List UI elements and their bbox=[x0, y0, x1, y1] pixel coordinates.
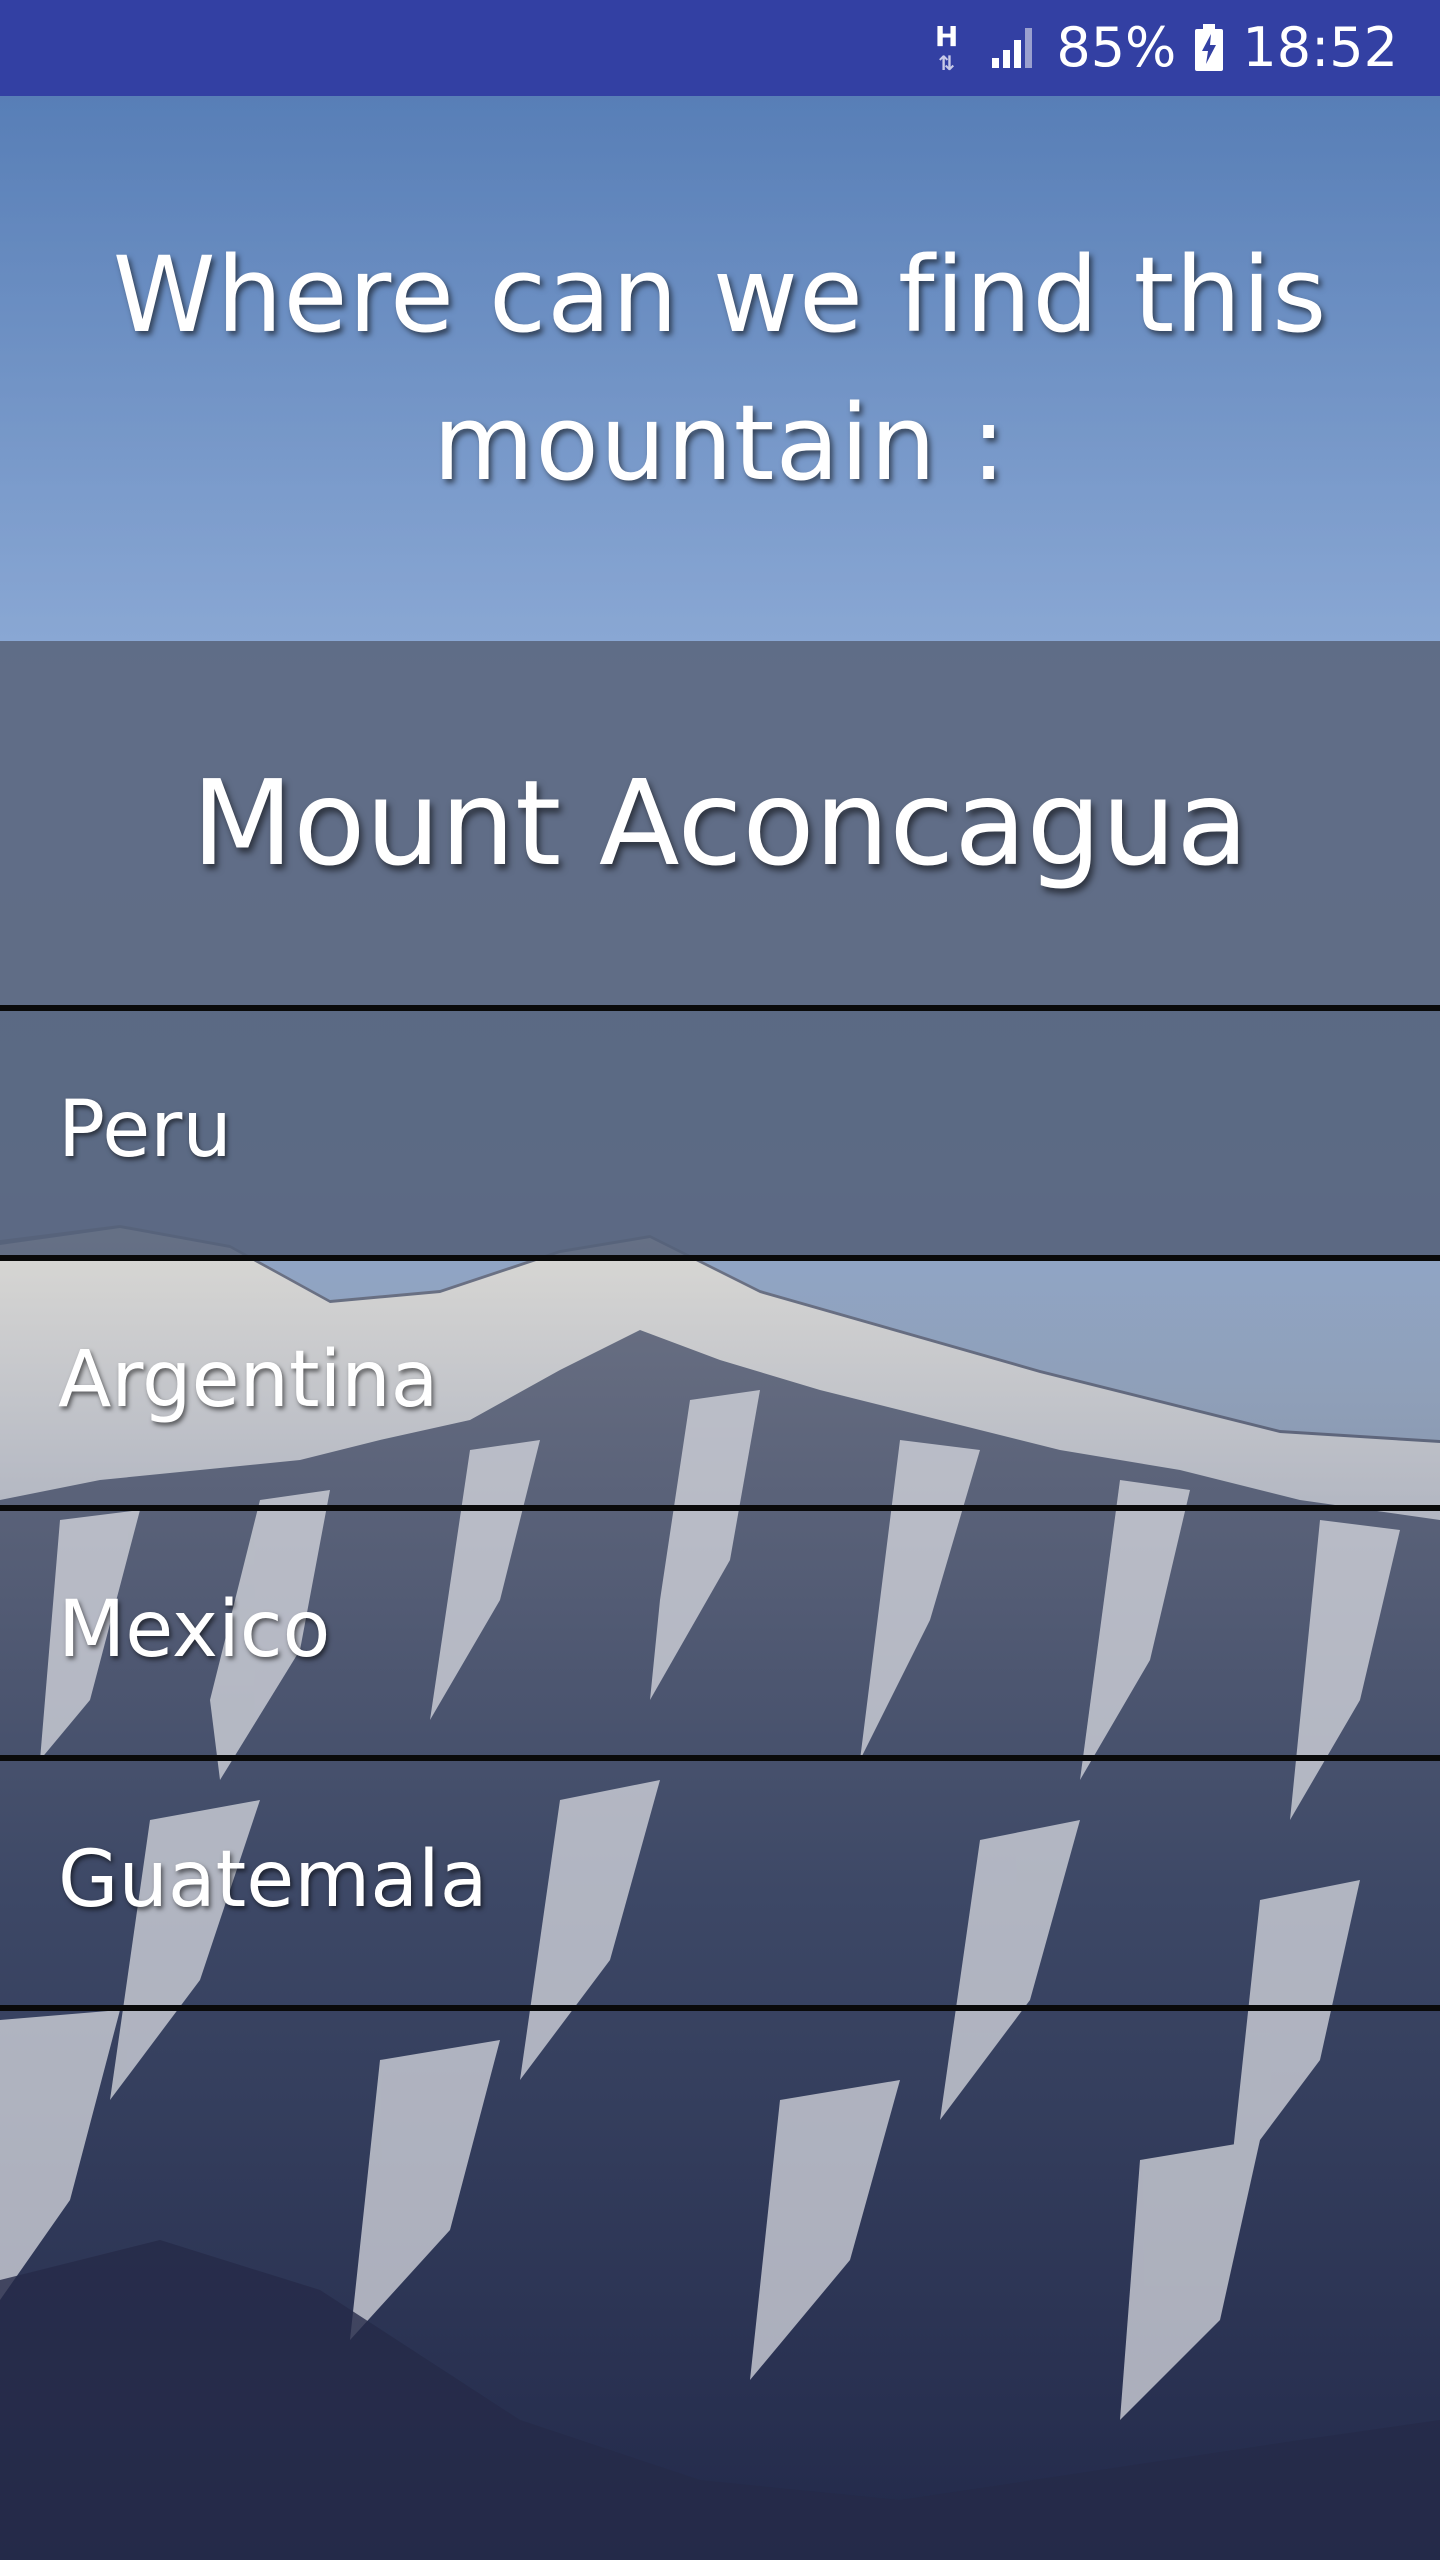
answer-list: Peru Argentina Mexico Guatemala bbox=[0, 1005, 1440, 2011]
clock: 18:52 bbox=[1242, 16, 1398, 79]
status-bar: H ⇅ 85% 18:52 bbox=[0, 0, 1440, 96]
subject-band: Mount Aconcagua bbox=[0, 641, 1440, 1005]
question-header: Where can we find this mountain : bbox=[0, 96, 1440, 641]
answer-option-peru[interactable]: Peru bbox=[0, 1005, 1440, 1255]
answer-option-mexico[interactable]: Mexico bbox=[0, 1505, 1440, 1755]
answer-label: Argentina bbox=[58, 1335, 439, 1425]
answer-label: Mexico bbox=[58, 1585, 331, 1675]
data-transfer-icon: ⇅ bbox=[938, 51, 955, 75]
question-prompt: Where can we find this mountain : bbox=[112, 233, 1328, 504]
answer-label: Guatemala bbox=[58, 1835, 488, 1925]
network-indicator: H ⇅ bbox=[934, 20, 972, 75]
answer-option-guatemala[interactable]: Guatemala bbox=[0, 1755, 1440, 2011]
answer-option-argentina[interactable]: Argentina bbox=[0, 1255, 1440, 1505]
battery-charging-icon bbox=[1194, 24, 1224, 72]
signal-strength-icon bbox=[990, 26, 1038, 70]
question-subject: Mount Aconcagua bbox=[191, 754, 1249, 892]
network-type-label: H bbox=[934, 20, 959, 53]
answer-label: Peru bbox=[58, 1085, 232, 1175]
quiz-screen: H ⇅ 85% 18:52 Where can we find this mou… bbox=[0, 0, 1440, 2560]
battery-percent: 85% bbox=[1056, 16, 1177, 79]
